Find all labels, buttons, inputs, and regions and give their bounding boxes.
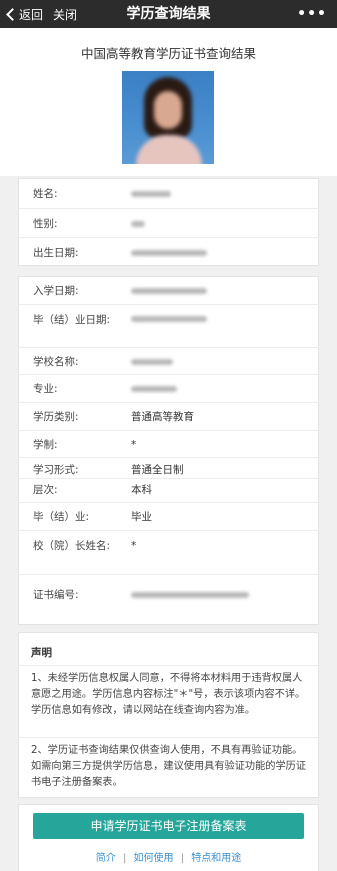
- statement-title: 声明: [31, 647, 52, 659]
- info-row-certificate-no: 证书编号:: [19, 574, 318, 625]
- statement-paragraph-2: 2、学历证书查询结果仅供查询人使用，不具有再验证功能。如需向第三方提供学历信息，…: [31, 745, 307, 788]
- graduate-date-label: 毕（结）业日期:: [33, 314, 111, 326]
- level-label: 层次:: [33, 484, 58, 496]
- enroll-date-value-redacted: [131, 288, 207, 294]
- name-label: 姓名:: [33, 188, 58, 200]
- link-intro[interactable]: 简介: [96, 853, 116, 864]
- result-heading: 中国高等教育学历证书查询结果: [80, 46, 256, 61]
- info-row-enroll-date: 入学日期:: [19, 277, 318, 304]
- close-button[interactable]: 关闭: [53, 6, 77, 23]
- info-row-birthdate: 出生日期:: [19, 237, 318, 266]
- education-type-value: 普通高等教育: [131, 411, 194, 423]
- info-row-gender: 性别:: [19, 208, 318, 237]
- info-row-graduate-date: 毕（结）业日期:: [19, 304, 318, 347]
- certificate-no-value-redacted: [131, 592, 249, 598]
- info-row-level: 层次: 本科: [19, 478, 318, 502]
- statement-paragraph-1: 1、未经学历信息权属人同意，不得将本材料用于违背权属人意愿之用途。学历信息内容标…: [31, 673, 306, 716]
- apply-registration-form-button[interactable]: 申请学历证书电子注册备案表: [33, 813, 304, 839]
- graduation-label: 毕（结）业:: [33, 511, 90, 523]
- info-row-education-type: 学历类别: 普通高等教育: [19, 402, 318, 430]
- school-label: 学校名称:: [33, 356, 79, 368]
- info-row-study-form: 学习形式: 普通全日制: [19, 457, 318, 478]
- link-features[interactable]: 特点和用途: [191, 853, 241, 864]
- duration-label: 学制:: [33, 439, 58, 451]
- info-row-duration: 学制: *: [19, 430, 318, 457]
- back-button[interactable]: 返回: [6, 6, 43, 23]
- personal-info-card: 姓名: 性别: 出生日期:: [18, 178, 319, 266]
- info-row-name: 姓名:: [19, 179, 318, 208]
- link-separator: |: [180, 853, 185, 864]
- study-form-value: 普通全日制: [131, 464, 184, 476]
- back-label: 返回: [19, 7, 44, 22]
- result-header: 中国高等教育学历证书查询结果: [0, 28, 337, 176]
- name-value-redacted: [131, 191, 171, 197]
- study-form-label: 学习形式:: [33, 464, 79, 476]
- major-label: 专业:: [33, 383, 58, 395]
- certificate-no-label: 证书编号:: [33, 589, 79, 601]
- graduation-value: 毕业: [131, 511, 152, 523]
- education-info-card: 入学日期: 毕（结）业日期: 学校名称: 专业: 学历类别: 普通高等教育 学制…: [18, 276, 319, 625]
- statement-card: 声明 1、未经学历信息权属人同意，不得将本材料用于违背权属人意愿之用途。学历信息…: [18, 632, 319, 798]
- info-row-school: 学校名称:: [19, 347, 318, 374]
- graduate-date-value-redacted: [131, 316, 207, 322]
- info-row-graduation: 毕（结）业: 毕业: [19, 502, 318, 530]
- profile-photo: [122, 71, 214, 164]
- birthdate-value-redacted: [131, 250, 207, 256]
- gender-label: 性别:: [33, 218, 58, 230]
- page-title: 学历查询结果: [126, 6, 211, 22]
- enroll-date-label: 入学日期:: [33, 285, 79, 297]
- link-how-to-use[interactable]: 如何使用: [134, 853, 174, 864]
- top-nav-bar: 返回 关闭 学历查询结果 •••: [0, 0, 337, 28]
- principal-label: 校（院）长姓名:: [33, 540, 111, 552]
- major-value-redacted: [131, 386, 177, 392]
- duration-value: *: [131, 439, 137, 451]
- info-row-principal: 校（院）长姓名: *: [19, 530, 318, 574]
- info-row-major: 专业:: [19, 374, 318, 402]
- education-type-label: 学历类别:: [33, 411, 79, 423]
- chevron-left-icon: [6, 7, 19, 21]
- principal-value: *: [131, 540, 137, 552]
- gender-value-redacted: [131, 221, 145, 227]
- more-menu-button[interactable]: •••: [297, 6, 327, 22]
- school-value-redacted: [131, 359, 173, 365]
- level-value: 本科: [131, 484, 152, 496]
- birthdate-label: 出生日期:: [33, 247, 79, 259]
- link-separator: |: [122, 853, 127, 864]
- apply-section: 申请学历证书电子注册备案表 简介 | 如何使用 | 特点和用途: [18, 804, 319, 871]
- info-links: 简介 | 如何使用 | 特点和用途: [19, 849, 318, 864]
